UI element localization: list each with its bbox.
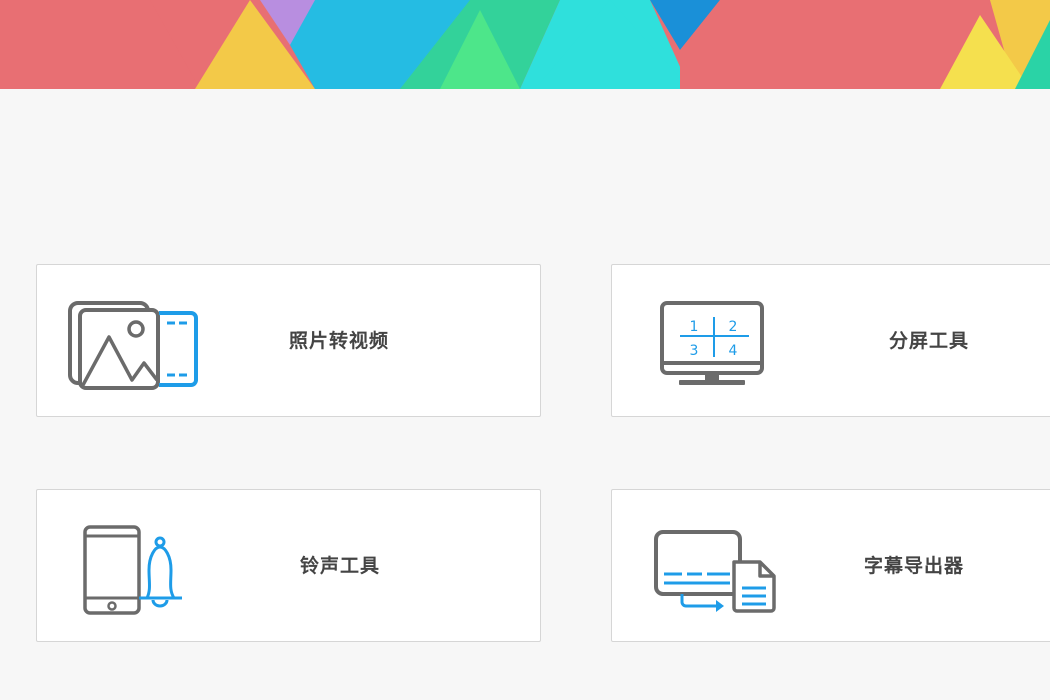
grid-number-3: 3 [690, 343, 699, 359]
triangle-pattern-banner [0, 0, 1050, 89]
photo-to-video-label: 照片转视频 [289, 330, 390, 352]
header-banner [0, 0, 1050, 89]
subtitle-exporter-card[interactable]: 字幕导出器 [611, 489, 1050, 642]
subtitle-export-icon [652, 490, 792, 643]
split-screen-monitor-icon: 1 2 3 4 [657, 265, 797, 418]
ringtone-label: 铃声工具 [300, 555, 381, 577]
photo-to-video-icon [67, 265, 207, 418]
ringtone-card[interactable]: 铃声工具 [36, 489, 541, 642]
grid-number-1: 1 [690, 319, 699, 335]
subtitle-exporter-label: 字幕导出器 [864, 555, 965, 577]
grid-number-4: 4 [729, 343, 738, 359]
photo-to-video-card[interactable]: 照片转视频 [36, 264, 541, 417]
phone-bell-icon [77, 490, 217, 643]
split-screen-card[interactable]: 1 2 3 4 分屏工具 [611, 264, 1050, 417]
split-screen-label: 分屏工具 [889, 330, 970, 352]
grid-number-2: 2 [729, 319, 738, 335]
